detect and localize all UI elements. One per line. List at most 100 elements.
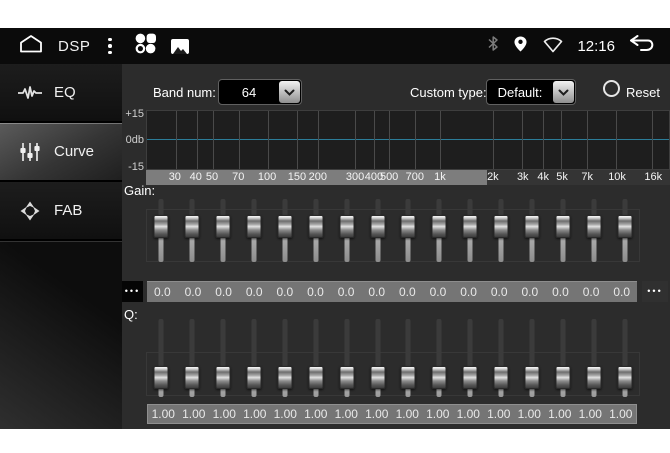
q-sliders (146, 317, 640, 399)
slider-thumb[interactable] (370, 215, 385, 238)
gain-band-slider[interactable] (331, 197, 362, 264)
freq-tick-label: 500 (380, 171, 398, 183)
freq-tick-label: 30 (169, 171, 181, 183)
slider-thumb[interactable] (494, 366, 509, 389)
q-band-value: 1.00 (484, 407, 515, 421)
slider-thumb[interactable] (185, 366, 200, 389)
gallery-icon[interactable] (171, 39, 189, 54)
wifi-icon (541, 34, 565, 58)
gain-band-slider[interactable] (239, 197, 270, 264)
band-num-dropdown[interactable]: 64 (218, 79, 302, 105)
q-band-slider[interactable] (270, 317, 301, 399)
slider-thumb[interactable] (494, 215, 509, 238)
slider-thumb[interactable] (401, 366, 416, 389)
chevron-down-icon[interactable] (279, 81, 300, 103)
q-band-value: 1.00 (270, 407, 301, 421)
slider-thumb[interactable] (247, 215, 262, 238)
q-band-slider[interactable] (331, 317, 362, 399)
gain-band-slider[interactable] (177, 197, 208, 264)
slider-thumb[interactable] (308, 366, 323, 389)
gain-band-slider[interactable] (455, 197, 486, 264)
slider-thumb[interactable] (432, 215, 447, 238)
q-band-slider[interactable] (177, 317, 208, 399)
gain-band-slider[interactable] (609, 197, 640, 264)
chevron-down-icon[interactable] (553, 81, 574, 103)
apps-clover-icon[interactable] (134, 32, 157, 60)
q-band-slider[interactable] (300, 317, 331, 399)
q-band-slider[interactable] (424, 317, 455, 399)
q-band-slider[interactable] (486, 317, 517, 399)
gain-band-value: 0.0 (239, 285, 270, 299)
gain-band-slider[interactable] (486, 197, 517, 264)
slider-thumb[interactable] (185, 215, 200, 238)
q-band-slider[interactable] (239, 317, 270, 399)
q-band-value: 1.00 (423, 407, 454, 421)
q-band-slider[interactable] (208, 317, 239, 399)
freq-tick-label: 10k (608, 171, 626, 183)
slider-thumb[interactable] (339, 366, 354, 389)
slider-thumb[interactable] (463, 366, 478, 389)
gain-band-slider[interactable] (547, 197, 578, 264)
freq-gridline (268, 111, 269, 169)
freq-tick-label: 5k (556, 171, 568, 183)
gain-band-slider[interactable] (146, 197, 177, 264)
back-arrow-icon[interactable] (627, 34, 656, 58)
home-icon[interactable] (18, 34, 44, 59)
gain-band-slider[interactable] (270, 197, 301, 264)
slider-thumb[interactable] (555, 366, 570, 389)
gain-band-value: 0.0 (423, 285, 454, 299)
slider-thumb[interactable] (216, 366, 231, 389)
reset-radio[interactable] (603, 80, 620, 97)
gain-band-value: 0.0 (545, 285, 576, 299)
slider-thumb[interactable] (524, 215, 539, 238)
slider-thumb[interactable] (277, 366, 292, 389)
slider-thumb[interactable] (247, 366, 262, 389)
q-band-slider[interactable] (578, 317, 609, 399)
gain-band-slider[interactable] (578, 197, 609, 264)
q-band-slider[interactable] (547, 317, 578, 399)
y-axis-min-label: -15 (122, 161, 144, 173)
slider-thumb[interactable] (463, 215, 478, 238)
gain-band-slider[interactable] (424, 197, 455, 264)
gain-band-slider[interactable] (300, 197, 331, 264)
eq-plot (146, 110, 670, 170)
sidebar-item-fab[interactable]: FAB (0, 182, 122, 241)
slider-thumb[interactable] (524, 366, 539, 389)
slider-thumb[interactable] (154, 366, 169, 389)
slider-thumb[interactable] (154, 215, 169, 238)
slider-thumb[interactable] (308, 215, 323, 238)
q-band-slider[interactable] (362, 317, 393, 399)
location-pin-icon (512, 35, 529, 58)
gain-more-left-button[interactable]: ••• (122, 281, 143, 302)
gain-band-slider[interactable] (208, 197, 239, 264)
slider-thumb[interactable] (339, 215, 354, 238)
freq-tick-label: 50 (206, 171, 218, 183)
q-band-slider[interactable] (393, 317, 424, 399)
gain-band-slider[interactable] (517, 197, 548, 264)
main-panel: Band num: 64 Custom type: Default: Reset… (122, 64, 670, 429)
slider-thumb[interactable] (370, 366, 385, 389)
slider-thumb[interactable] (555, 215, 570, 238)
slider-thumb[interactable] (216, 215, 231, 238)
q-band-slider[interactable] (146, 317, 177, 399)
slider-thumb[interactable] (617, 366, 632, 389)
q-band-slider[interactable] (455, 317, 486, 399)
gain-more-right-button[interactable]: ••• (642, 281, 668, 302)
q-band-slider[interactable] (517, 317, 548, 399)
reset-label: Reset (626, 85, 660, 100)
slider-thumb[interactable] (432, 366, 447, 389)
q-band-slider[interactable] (609, 317, 640, 399)
slider-thumb[interactable] (617, 215, 632, 238)
more-vert-icon[interactable] (106, 36, 114, 57)
gain-band-slider[interactable] (362, 197, 393, 264)
slider-thumb[interactable] (401, 215, 416, 238)
status-bar: DSP 12:16 (0, 28, 670, 64)
sidebar-item-curve[interactable]: Curve (0, 123, 122, 182)
slider-thumb[interactable] (277, 215, 292, 238)
slider-thumb[interactable] (586, 366, 601, 389)
sidebar-item-eq[interactable]: EQ (0, 64, 122, 123)
gain-band-slider[interactable] (393, 197, 424, 264)
custom-type-dropdown[interactable]: Default: (486, 79, 576, 105)
slider-thumb[interactable] (586, 215, 601, 238)
content-area: EQ Curve (0, 64, 670, 429)
